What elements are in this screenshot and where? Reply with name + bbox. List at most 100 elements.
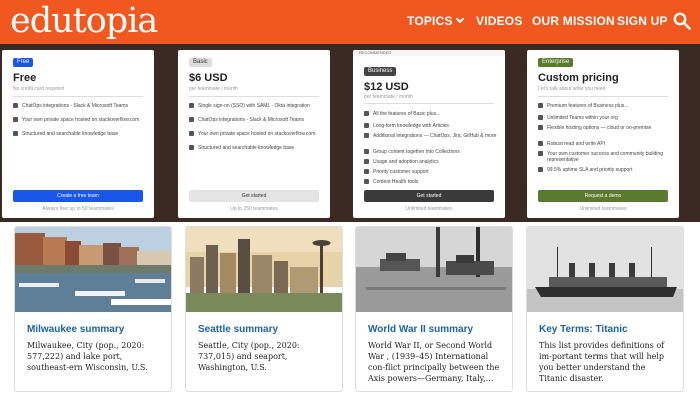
check-icon xyxy=(364,111,369,116)
feature-text: Content Health tools xyxy=(373,179,419,185)
article-card-world-war-ii[interactable]: World War II summary World War II, or Se… xyxy=(355,226,513,392)
request-demo-button[interactable]: Request a demo xyxy=(538,190,668,202)
feature-text: Long-form knowledge with Articles xyxy=(373,123,449,129)
plan-badge: Basic xyxy=(189,58,212,67)
feature-item: Structured and searchable knowledge base xyxy=(13,131,146,137)
feature-text: Unlimited Teams within your org xyxy=(547,115,618,121)
plan-footer-note: Unlimited teammates xyxy=(579,206,627,212)
article-card-seattle[interactable]: Seattle summary Seattle, City (pop., 202… xyxy=(185,226,343,392)
teams-icon xyxy=(538,115,543,120)
feature-text: Your own customer success and community … xyxy=(547,151,663,163)
article-description: World War II, or Second World War , (193… xyxy=(368,341,500,383)
feature-text: Single sign-on (SSO) with SAML - Okta in… xyxy=(198,103,310,109)
plan-title: Custom pricing xyxy=(538,72,619,84)
feature-text: Structured and searchable knowledge base xyxy=(22,131,119,137)
plan-subtitle: Let's talk about what you need xyxy=(538,86,606,92)
list-icon xyxy=(13,131,18,136)
article-card-titanic[interactable]: Key Terms: Titanic This list provides de… xyxy=(526,226,684,392)
feature-text: All the features of Basic plus... xyxy=(373,111,441,117)
divider xyxy=(364,103,494,104)
feature-text: Priority customer support xyxy=(373,169,429,175)
recommended-strip: RECOMMENDED xyxy=(353,50,505,56)
feature-text: Flexible hosting options — cloud or on-p… xyxy=(547,125,652,131)
feature-text: Your own private space hosted on stackov… xyxy=(198,131,316,137)
plan-subtitle: per teammate / month xyxy=(189,86,238,92)
plan-subtitle: per teammate / month xyxy=(364,94,413,100)
feature-item: Flexible hosting options — cloud or on-p… xyxy=(538,125,671,131)
shield-icon xyxy=(13,117,18,122)
create-free-team-button[interactable]: Create a free team xyxy=(13,190,143,202)
plan-badge: Enterprise xyxy=(538,58,574,67)
plan-footer-note: Up to 250 teammates xyxy=(230,206,278,212)
feature-text: ChatOps integrations - Slack & Microsoft… xyxy=(198,117,305,123)
nav-topics[interactable]: TOPICS xyxy=(407,14,464,28)
feature-item: ChatOps integrations - Slack & Microsoft… xyxy=(189,117,322,123)
pricing-card-basic: Basic $6 USD per teammate / month Single… xyxy=(178,50,330,218)
feature-text: Additional integrations — ChatOps, Jira,… xyxy=(373,133,497,139)
feature-item: Your own customer success and community … xyxy=(538,151,671,163)
article-description: This list provides definitions of im-por… xyxy=(539,341,665,383)
titanic-thumbnail xyxy=(527,227,683,312)
uptime-icon xyxy=(538,167,543,172)
site-header: edutopia TOPICS VIDEOS OUR MISSION SIGN … xyxy=(0,0,700,44)
check-icon xyxy=(538,103,543,108)
feature-item: Usage and adoption analytics xyxy=(364,159,497,165)
feature-text: ChatOps integrations - Slack & Microsoft… xyxy=(22,103,129,109)
divider xyxy=(189,96,319,97)
feature-item: Your own private space hosted on stackov… xyxy=(13,117,146,123)
feature-item: Your own private space hosted on stackov… xyxy=(189,131,322,137)
collection-icon xyxy=(364,149,369,154)
site-logo[interactable]: edutopia xyxy=(10,1,158,41)
feature-text: 99.5% uptime SLA and priority support xyxy=(547,167,633,173)
feature-item: Group content together into Collections xyxy=(364,149,497,155)
world-war-ii-thumbnail xyxy=(356,227,512,312)
cloud-icon xyxy=(538,125,543,130)
feature-item: Unlimited Teams within your org xyxy=(538,115,671,121)
code-icon xyxy=(538,141,543,146)
feature-text: Robust read and write API xyxy=(547,141,606,147)
chat-icon xyxy=(189,117,194,122)
plug-icon xyxy=(364,133,369,138)
nav-sign-up[interactable]: SIGN UP xyxy=(617,14,668,28)
nav-topics-label: TOPICS xyxy=(407,14,453,28)
article-title[interactable]: World War II summary xyxy=(368,324,473,335)
health-icon xyxy=(364,179,369,184)
nav-our-mission[interactable]: OUR MISSION xyxy=(532,14,615,28)
pricing-card-free: Free Free No credit card required ChatOp… xyxy=(2,50,154,218)
feature-item: Single sign-on (SSO) with SAML - Okta in… xyxy=(189,103,322,109)
feature-text: Usage and adoption analytics xyxy=(373,159,439,165)
seattle-thumbnail xyxy=(186,227,342,312)
support-icon xyxy=(364,169,369,174)
article-card-milwaukee[interactable]: Milwaukee summary Milwaukee, City (pop.,… xyxy=(14,226,172,392)
article-description: Seattle, City (pop., 2020: 737,015) and … xyxy=(198,341,300,372)
get-started-basic-button[interactable]: Get started xyxy=(189,190,319,202)
feature-item: ChatOps integrations - Slack & Microsoft… xyxy=(13,103,146,109)
plan-badge: Free xyxy=(13,58,34,67)
feature-text: Your own private space hosted on stackov… xyxy=(22,117,140,123)
plan-footer-note: Always free up to 50 teammates xyxy=(42,206,114,212)
feature-text: Structured and searchable knowledge base xyxy=(198,145,295,151)
feature-text: Group content together into Collections xyxy=(373,149,460,155)
article-icon xyxy=(364,123,369,128)
feature-item: Priority customer support xyxy=(364,169,497,175)
search-icon[interactable] xyxy=(673,12,691,30)
feature-item: Structured and searchable knowledge base xyxy=(189,145,322,151)
get-started-business-button[interactable]: Get started xyxy=(364,190,494,202)
article-title[interactable]: Seattle summary xyxy=(198,324,278,335)
feature-item: Premium features of Business plus... xyxy=(538,103,671,109)
list-icon xyxy=(189,145,194,150)
feature-text: Premium features of Business plus... xyxy=(547,103,629,109)
plan-footer-note: Unlimited teammates xyxy=(405,206,453,212)
chevron-down-icon xyxy=(455,14,464,24)
feature-item: Long-form knowledge with Articles xyxy=(364,123,497,129)
key-icon xyxy=(189,103,194,108)
article-description: Milwaukee, City (pop., 2020: 577,222) an… xyxy=(27,341,148,372)
plan-title: $12 USD xyxy=(364,81,409,93)
article-title[interactable]: Key Terms: Titanic xyxy=(539,324,628,335)
chart-icon xyxy=(364,159,369,164)
article-title[interactable]: Milwaukee summary xyxy=(27,324,124,335)
plan-title: $6 USD xyxy=(189,72,228,84)
nav-videos[interactable]: VIDEOS xyxy=(476,14,523,28)
chat-icon xyxy=(13,103,18,108)
pricing-card-business: RECOMMENDED Business $12 USD per teammat… xyxy=(353,50,505,218)
